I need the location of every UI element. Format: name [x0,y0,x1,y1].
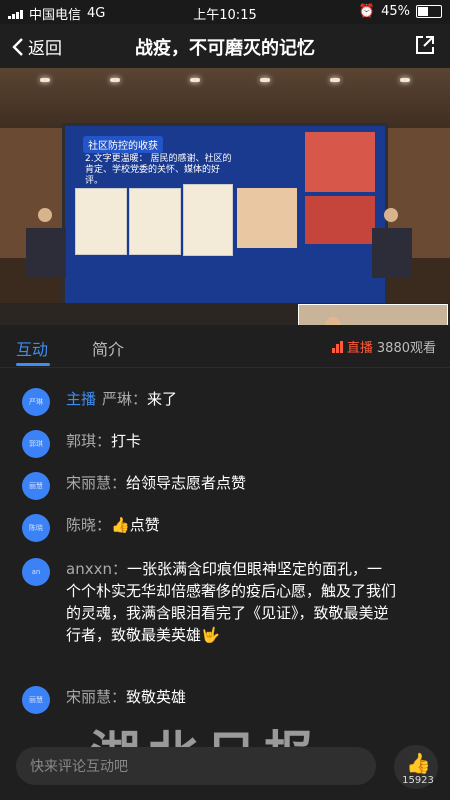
avatar: 严琳 [22,388,50,416]
comment-author: 宋丽慧： [66,474,127,492]
comment-item: 郭琪 郭琪：打卡 [22,430,432,458]
right-speaker [384,208,398,222]
like-count: 15923 [402,775,434,786]
comment-text: 打卡 [111,432,142,450]
comment-text: 来了 [147,390,178,408]
status-bar: 中国电信 4G 上午10:15 ⏰ 45% [0,0,450,24]
slide-document [129,188,181,255]
tab-interaction[interactable]: 互动 [16,336,48,360]
alarm-icon: ⏰ [358,4,376,19]
comment-list[interactable]: 严琳 主播 严琳：来了 郭琪 郭琪：打卡 丽慧 宋丽慧：给领导志愿者点赞 陈晓 陈… [0,368,450,750]
slide-photo [237,188,297,248]
tab-intro[interactable]: 简介 [92,336,124,360]
live-video[interactable]: 社区防控的收获 2.文字更温暖： 居民的感谢、社区的肯定、学校党委的关怀、媒体的… [0,68,450,325]
comment-input-bar [16,747,376,785]
slide-header: 社区防控的收获 [83,136,163,153]
comment-text: 给领导志愿者点赞 [126,474,247,492]
nav-bar: 返回 战疫，不可磨灭的记忆 [0,24,450,68]
avatar: 郭琪 [22,430,50,458]
comment-item: 丽慧 宋丽慧：致敬英雄 [22,686,432,714]
picture-in-picture[interactable]: ⤢ [298,304,448,325]
comment-item: an anxxn：一张张满含印痕但眼神坚定的面孔，一个个朴实无华却倍感奢侈的疫后… [22,558,432,646]
viewer-count: 3880观看 [376,341,436,356]
left-speaker [38,208,52,222]
ceiling [0,68,450,128]
like-button[interactable]: 👍 15923 [394,745,438,789]
pip-speaker-head [325,317,341,325]
slide-photo [305,196,375,244]
avatar: 丽慧 [22,686,50,714]
tab-bar: 互动 简介 直播 3880观看 [0,325,450,368]
live-label: 直播 [346,341,373,356]
comment-item: 丽慧 宋丽慧：给领导志愿者点赞 [22,472,432,500]
clock: 上午10:15 [193,8,257,23]
share-icon[interactable] [414,34,436,56]
avatar: 陈晓 [22,514,50,542]
comment-author: 陈晓： [66,516,112,534]
battery-icon [416,5,442,18]
slide-document [183,184,233,256]
right-podium [372,228,412,278]
host-badge: 主播 [66,390,97,408]
tab-indicator [16,363,50,366]
comment-text: 致敬英雄 [126,688,187,706]
live-bars-icon [331,340,343,353]
left-podium [26,228,66,278]
avatar: 丽慧 [22,472,50,500]
presentation-screen: 社区防控的收获 2.文字更温暖： 居民的感谢、社区的肯定、学校党委的关怀、媒体的… [62,123,388,325]
comment-item: 严琳 主播 严琳：来了 [22,388,432,416]
avatar: an [22,558,50,586]
comment-input[interactable] [28,755,332,779]
comment-text: 👍点赞 [111,516,160,534]
thumbs-up-icon: 👍 [406,751,431,775]
page-title: 战疫，不可磨灭的记忆 [135,38,315,59]
slide-photo [305,132,375,192]
live-status: 直播 3880观看 [331,337,436,356]
comment-author: 郭琪： [66,432,112,450]
comment-author: 宋丽慧： [66,688,127,706]
battery-percent: 45% [381,4,410,19]
comment-author: 严琳： [102,390,148,408]
comment-author: anxxn： [66,560,127,578]
comment-item: 陈晓 陈晓：👍点赞 [22,514,432,542]
slide-document [75,188,127,255]
slide-body: 2.文字更温暖： 居民的感谢、社区的肯定、学校党委的关怀、媒体的好评。 [85,154,232,186]
